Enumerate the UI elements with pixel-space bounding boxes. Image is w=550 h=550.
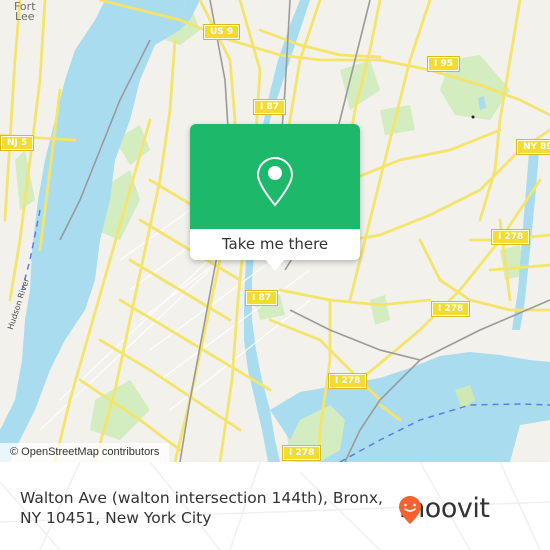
road-shield-i278-mid: I 278 xyxy=(430,301,471,317)
road-shield-i278-right: I 278 xyxy=(490,229,531,245)
place-label-fort-lee: Fort Lee xyxy=(14,0,36,23)
take-me-there-button[interactable]: Take me there xyxy=(190,229,360,260)
road-shield-us9: US 9 xyxy=(202,24,241,40)
popup-pointer xyxy=(265,259,285,271)
road-shield-i95: I 95 xyxy=(426,56,461,72)
road-shield-i278-east: I 278 xyxy=(327,373,368,389)
road-shield-i87-top: I 87 xyxy=(252,99,287,115)
moovit-logo[interactable]: moovit xyxy=(398,495,490,524)
road-shield-ny895: NY 895 xyxy=(516,139,550,155)
moovit-pin-icon xyxy=(399,496,421,524)
footer-bar: Walton Ave (walton intersection 144th), … xyxy=(0,462,550,550)
map-attribution[interactable]: © OpenStreetMap contributors xyxy=(0,443,170,462)
address-text: Walton Ave (walton intersection 144th), … xyxy=(20,489,383,527)
popup-header xyxy=(190,124,360,229)
map-pin-icon xyxy=(256,156,294,207)
road-shield-i87-mid: I 87 xyxy=(244,290,279,306)
road-shield-nj5: NJ 5 xyxy=(0,135,35,151)
road-shield-i278-bottom: I 278 xyxy=(281,445,322,461)
location-popup: Take me there xyxy=(190,124,360,260)
